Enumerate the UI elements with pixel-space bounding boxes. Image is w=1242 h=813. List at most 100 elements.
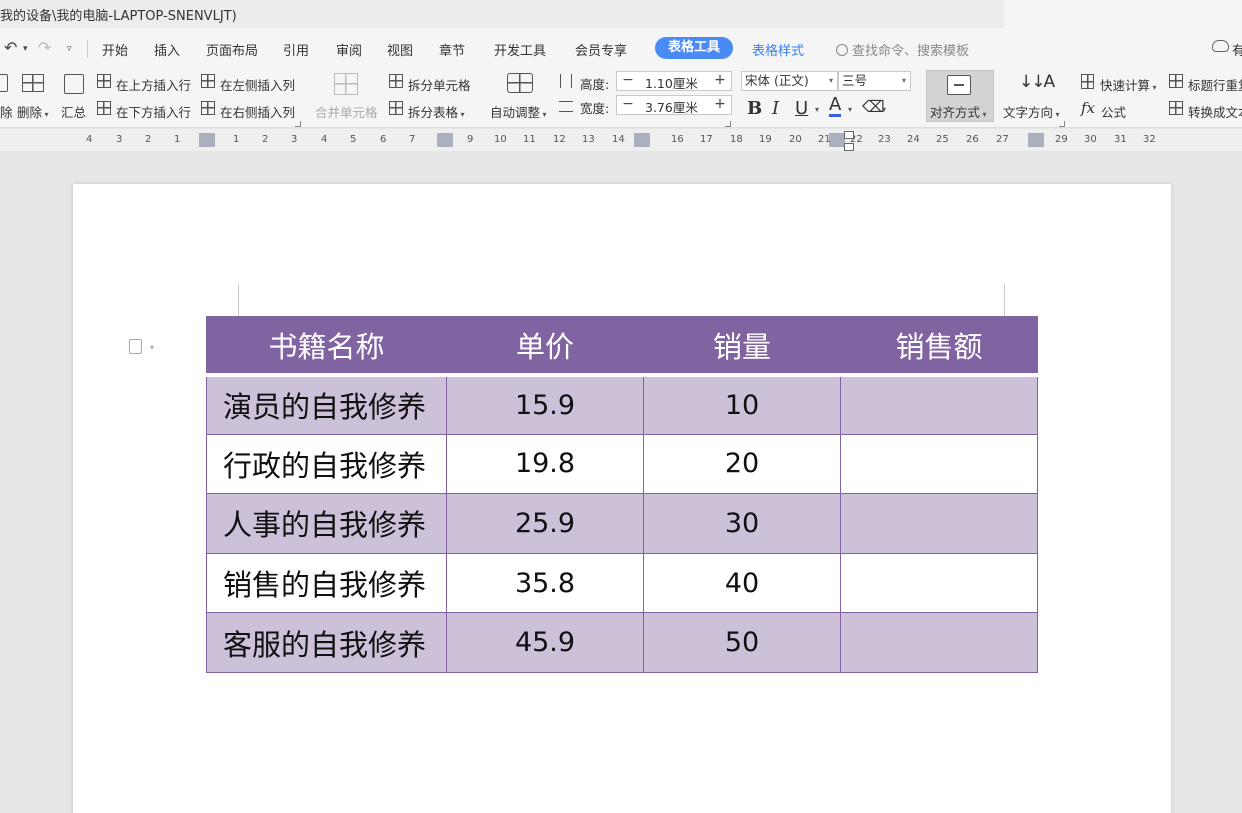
cell-quantity[interactable]: 30 [643,493,841,554]
ruler-tick: 29 [1055,134,1068,145]
insert-row-above-button[interactable]: 在上方插入行 [116,75,191,94]
ruler-margin-marker[interactable] [199,133,215,147]
cell-book-name[interactable]: 销售的自我修养 [206,552,447,614]
hanging-indent-handle[interactable] [844,143,854,151]
cell-quantity[interactable]: 10 [643,374,841,435]
height-value[interactable]: 1.10厘米 [645,73,698,92]
underline-dropdown-icon[interactable]: ▾ [815,105,819,114]
cloud-label[interactable]: 有 [1232,40,1242,59]
paragraph-handle-icon[interactable] [129,339,142,354]
tab-references[interactable]: 引用 [283,40,309,59]
tab-developer[interactable]: 开发工具 [494,40,546,59]
customize-toolbar-icon[interactable]: ▿ [67,44,72,54]
cell-price[interactable]: 45.9 [446,612,644,673]
undo-icon[interactable]: ↶ [4,38,17,57]
search-commands[interactable]: 查找命令、搜索模板 [836,40,969,59]
cell-book-name[interactable]: 演员的自我修养 [206,374,447,435]
cell-price[interactable]: 19.8 [446,433,644,495]
bold-button[interactable]: B [747,98,762,119]
auto-adjust-icon[interactable] [507,73,533,93]
tab-member[interactable]: 会员专享 [575,40,627,59]
insert-col-right-button[interactable]: 在右侧插入列 [220,102,295,121]
font-name-select[interactable]: 宋体 (正文) ▾ [741,71,838,91]
tab-table-style[interactable]: 表格样式 [752,40,804,59]
font-color-button[interactable]: A [829,96,842,117]
width-value[interactable]: 3.76厘米 [645,97,698,116]
width-stepper[interactable]: − 3.76厘米 + [616,95,732,115]
size-dialog-launcher[interactable] [725,121,731,127]
cell-quantity[interactable]: 50 [643,612,841,673]
header-price[interactable]: 单价 [446,316,644,377]
header-sales-amount[interactable]: 销售额 [840,316,1038,377]
header-quantity[interactable]: 销量 [643,316,841,377]
tab-page-layout[interactable]: 页面布局 [206,40,258,59]
font-color-dropdown-icon[interactable]: ▾ [848,105,852,114]
undo-dropdown-icon[interactable]: ▾ [23,44,28,54]
split-cells-button[interactable]: 拆分单元格 [408,75,471,94]
cell-sales-amount[interactable] [840,612,1038,673]
formula-button[interactable]: 公式 [1101,102,1126,121]
quick-calc-button[interactable]: 快速计算 ▾ [1100,75,1157,94]
cell-sales-amount[interactable] [840,552,1038,614]
cell-sales-amount[interactable] [840,493,1038,554]
insert-row-below-button[interactable]: 在下方插入行 [116,102,191,121]
ruler-margin-marker[interactable] [1028,133,1044,147]
cell-quantity[interactable]: 20 [643,433,841,495]
tab-chapter[interactable]: 章节 [439,40,465,59]
header-repeat-button[interactable]: 标题行重复 [1188,75,1242,94]
split-table-icon [389,101,403,115]
rows-cols-dialog-launcher[interactable] [295,121,301,127]
sales-table[interactable]: 书籍名称 单价 销量 销售额 演员的自我修养 15.9 10 行政的自我修养 1… [206,316,1038,676]
cell-book-name[interactable]: 客服的自我修养 [206,612,447,673]
tab-table-tools[interactable]: 表格工具 [655,37,734,59]
width-increase-button[interactable]: + [709,96,731,114]
height-decrease-button[interactable]: − [617,72,639,90]
cell-price[interactable]: 35.8 [446,552,644,614]
align-dialog-launcher[interactable] [1059,121,1065,127]
tab-start[interactable]: 开始 [102,40,128,59]
tab-insert[interactable]: 插入 [154,40,180,59]
text-direction-button[interactable]: 文字方向 ▾ [1003,102,1060,121]
cell-book-name[interactable]: 行政的自我修养 [206,433,447,495]
convert-text-button[interactable]: 转换成文本 [1188,102,1242,121]
tab-view[interactable]: 视图 [387,40,413,59]
paragraph-handle-dropdown-icon[interactable]: ▾ [150,343,154,352]
height-increase-button[interactable]: + [709,72,731,90]
delete-icon[interactable] [22,74,44,92]
summary-button[interactable]: 汇总 [61,102,86,121]
redo-icon[interactable]: ↷ [38,38,51,57]
tab-review[interactable]: 审阅 [336,40,362,59]
text-direction-label: 文字方向 [1003,105,1054,120]
width-decrease-button[interactable]: − [617,96,639,114]
ruler-column-marker[interactable] [634,133,650,147]
insert-col-left-button[interactable]: 在左侧插入列 [220,75,295,94]
font-size-select[interactable]: 三号 ▾ [838,71,911,91]
highlight-dropdown-icon[interactable]: ▾ [882,105,886,114]
horizontal-ruler[interactable]: 4 3 2 1 1 2 3 4 5 6 7 9 10 11 12 13 14 1… [0,129,1242,151]
italic-button[interactable]: I [772,98,779,119]
cell-price[interactable]: 25.9 [446,493,644,554]
summary-icon[interactable] [64,74,84,94]
text-direction-icon[interactable]: ↓↓A [1019,72,1055,92]
ruler-column-marker[interactable] [437,133,453,147]
ruler-column-marker[interactable] [829,133,845,147]
delete-button[interactable]: 删除 ▾ [17,102,49,121]
header-book-name[interactable]: 书籍名称 [206,316,447,377]
delete-table-icon[interactable] [0,74,8,92]
first-line-indent-handle[interactable] [844,131,854,139]
cell-book-name[interactable]: 人事的自我修养 [206,493,447,554]
data-table[interactable]: 书籍名称 单价 销量 销售额 演员的自我修养 15.9 10 行政的自我修养 1… [206,316,1038,673]
auto-adjust-button[interactable]: 自动调整 ▾ [490,102,547,121]
align-button[interactable]: 对齐方式 ▾ [930,102,987,121]
merge-cells-button[interactable]: 合并单元格 [315,102,378,121]
delete-table-label[interactable]: 除 [0,102,13,121]
quick-calc-dropdown-icon: ▾ [1150,83,1157,92]
cell-sales-amount[interactable] [840,374,1038,435]
cell-price[interactable]: 15.9 [446,374,644,435]
cell-sales-amount[interactable] [840,433,1038,495]
underline-button[interactable]: U [795,98,808,119]
cloud-icon[interactable] [1212,40,1229,52]
cell-quantity[interactable]: 40 [643,552,841,614]
split-table-button[interactable]: 拆分表格 ▾ [408,102,465,121]
height-stepper[interactable]: − 1.10厘米 + [616,71,732,91]
